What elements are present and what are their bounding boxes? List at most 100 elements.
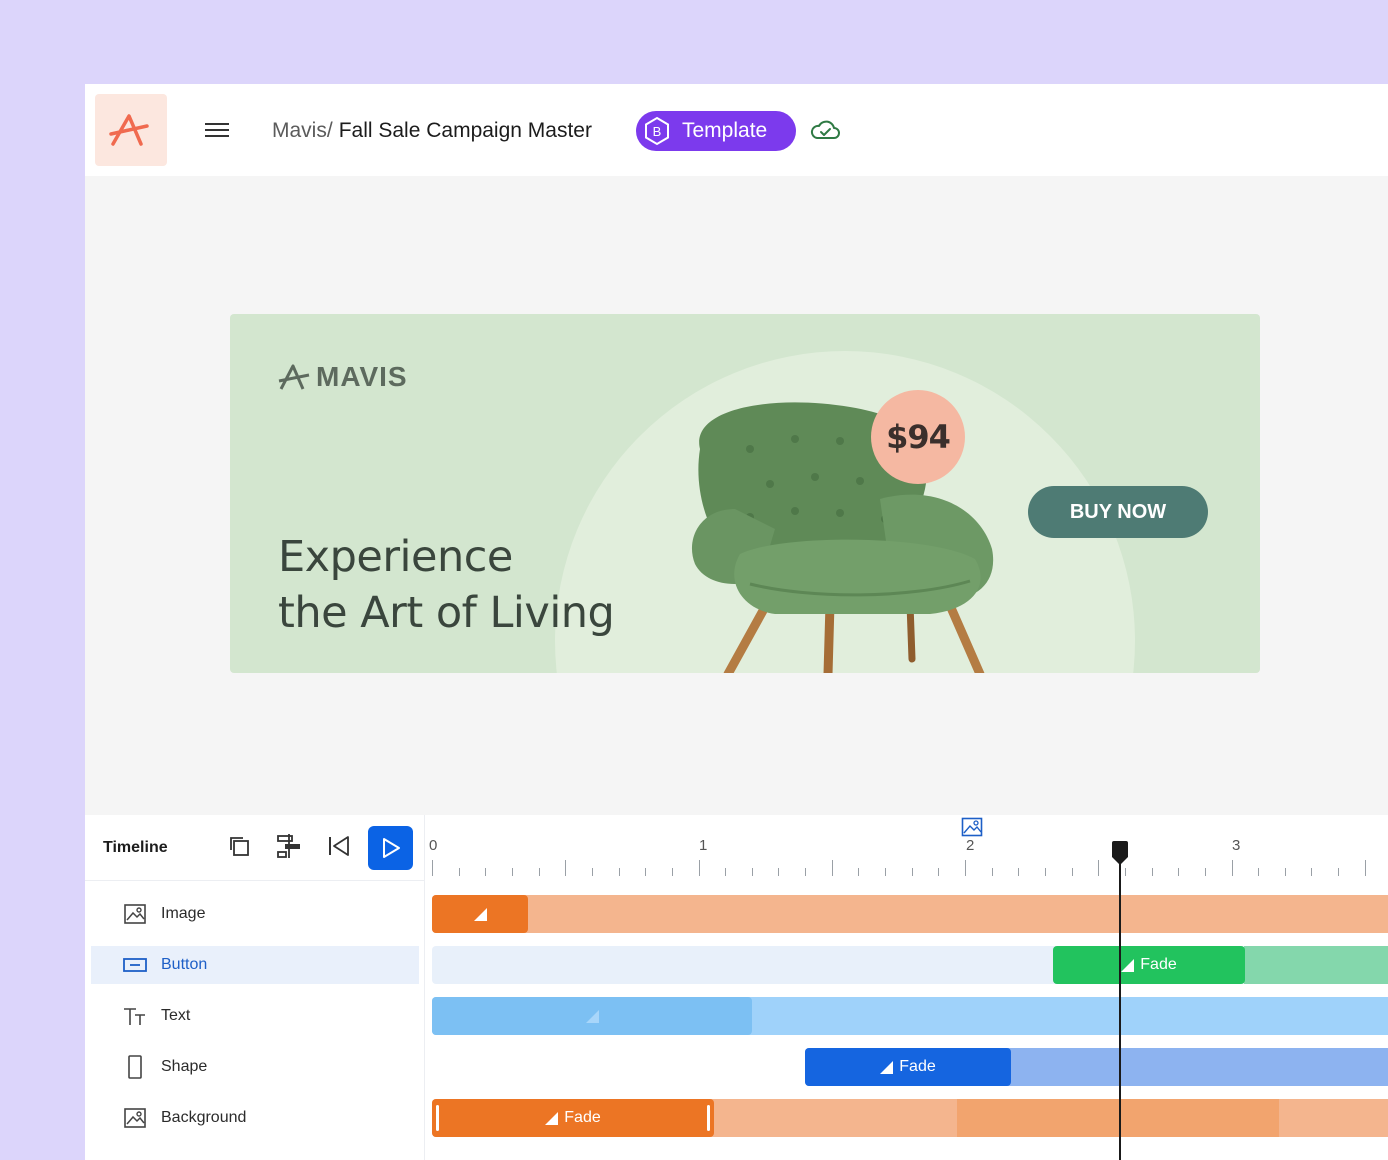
ruler-tick — [485, 868, 487, 876]
image-icon — [123, 1106, 147, 1130]
timeline-title: Timeline — [103, 839, 168, 856]
layer-background[interactable]: Background — [91, 1099, 419, 1137]
app-logo[interactable] — [95, 94, 167, 166]
image-clip-tail[interactable] — [432, 895, 1388, 933]
track-shape[interactable]: Fade — [432, 1048, 1388, 1086]
template-badge-label: Template — [682, 119, 768, 142]
hamburger-menu-button[interactable] — [203, 118, 231, 142]
ruler-tick — [1284, 868, 1286, 876]
playhead-handle[interactable] — [1111, 841, 1129, 865]
hamburger-icon — [205, 123, 229, 137]
track-background[interactable]: Fade — [432, 1099, 1388, 1137]
ruler-tick — [618, 868, 620, 876]
duplicate-button[interactable] — [225, 831, 253, 861]
background-clip-fade[interactable]: Fade — [432, 1099, 714, 1137]
time-ruler[interactable]: 0 1 2 3 — [426, 815, 1388, 881]
brand-logo[interactable]: MAVIS — [278, 361, 408, 392]
top-bar: Mavis/ Fall Sale Campaign Master B Templ… — [85, 84, 1388, 176]
clip-label: Fade — [564, 1109, 601, 1126]
layer-label: Shape — [161, 1058, 208, 1075]
duplicate-icon — [230, 837, 249, 856]
layer-label: Text — [161, 1007, 191, 1024]
ruler-tick — [1044, 868, 1046, 876]
headline-line-1: Experience — [278, 532, 513, 582]
clip-start-handle[interactable] — [436, 1105, 439, 1131]
track-text[interactable] — [432, 997, 1388, 1035]
clip-end-handle[interactable] — [707, 1105, 710, 1131]
ruler-tick — [938, 868, 940, 876]
ruler-tick — [1151, 868, 1153, 876]
align-button[interactable] — [275, 831, 303, 861]
document-title[interactable]: Fall Sale Campaign Master — [339, 119, 592, 143]
layers-panel: Timeline Image Button Text Shape Backgro… — [85, 815, 425, 1160]
play-button[interactable] — [368, 826, 413, 870]
ad-banner[interactable]: MAVIS Experience the Art of Living $94 B… — [230, 314, 1260, 673]
ruler-tick — [1018, 868, 1020, 876]
ruler-tick — [858, 868, 860, 876]
skip-to-start-button[interactable] — [325, 831, 353, 861]
app-window: Mavis/ Fall Sale Campaign Master B Templ… — [85, 84, 1388, 1160]
logo-icon — [109, 114, 149, 146]
breadcrumb: Mavis/ Fall Sale Campaign Master — [272, 117, 592, 145]
track-button[interactable]: Fade — [432, 946, 1388, 984]
ruler-tick — [965, 860, 966, 876]
fade-in-icon — [473, 907, 487, 921]
ruler-label-1: 1 — [699, 837, 708, 854]
button-clip-tail[interactable] — [1244, 946, 1388, 984]
ruler-label-3: 3 — [1232, 837, 1241, 854]
ruler-tick — [671, 868, 673, 876]
play-icon — [382, 838, 400, 858]
layer-label: Image — [161, 905, 206, 922]
ruler-tick — [1178, 868, 1180, 876]
ruler-tick — [591, 868, 593, 876]
ruler-tick — [751, 868, 753, 876]
shape-clip-fade[interactable]: Fade — [805, 1048, 1011, 1086]
image-clip-fade[interactable] — [432, 895, 528, 933]
headline-text[interactable]: Experience the Art of Living — [278, 529, 698, 641]
text-clip-fade[interactable] — [432, 997, 752, 1035]
ruler-tick — [1124, 868, 1126, 876]
timeline-panel: Timeline Image Button Text Shape Backgro… — [85, 815, 1388, 1160]
ruler-tick — [885, 868, 887, 876]
background-clip-hold[interactable] — [957, 1099, 1279, 1137]
timeline-tracks[interactable]: 0 1 2 3 Fade Fade Fade — [426, 815, 1388, 1160]
ruler-tick — [1098, 860, 1100, 876]
breadcrumb-root[interactable]: Mavis/ — [272, 119, 333, 143]
ruler-tick — [1204, 868, 1206, 876]
ruler-tick — [458, 868, 460, 876]
cloud-check-icon — [810, 120, 840, 139]
layer-image[interactable]: Image — [91, 895, 419, 933]
button-clip-fade[interactable]: Fade — [1053, 946, 1245, 984]
ruler-tick — [1311, 868, 1313, 876]
fade-in-icon — [585, 1009, 599, 1023]
ruler-tick — [432, 860, 433, 876]
layer-text[interactable]: Text — [91, 997, 419, 1035]
ruler-tick — [778, 868, 780, 876]
fade-in-icon — [545, 1111, 559, 1125]
shape-icon — [123, 1055, 147, 1079]
fade-in-icon — [880, 1060, 894, 1074]
ruler-tick — [725, 868, 727, 876]
ruler-tick — [645, 868, 647, 876]
template-badge[interactable]: B Template — [636, 111, 796, 151]
layer-shape[interactable]: Shape — [91, 1048, 419, 1086]
ruler-tick — [1071, 868, 1073, 876]
price-tag[interactable]: $94 — [871, 390, 965, 484]
layer-label: Background — [161, 1109, 247, 1126]
playhead-line[interactable] — [1119, 855, 1121, 1160]
svg-text:B: B — [653, 124, 662, 139]
ruler-tick — [1338, 868, 1340, 876]
brand-mark-icon — [278, 364, 310, 390]
skip-to-start-icon — [329, 836, 349, 856]
track-image[interactable] — [432, 895, 1388, 933]
ruler-tick — [511, 868, 513, 876]
ruler-tick — [805, 868, 807, 876]
image-marker-icon[interactable] — [961, 817, 983, 837]
ruler-label-0: 0 — [429, 837, 438, 854]
ruler-tick — [565, 860, 567, 876]
ruler-tick — [538, 868, 540, 876]
layer-button[interactable]: Button — [91, 946, 419, 984]
buy-now-button[interactable]: BUY NOW — [1028, 486, 1208, 538]
clip-label: Fade — [1140, 956, 1177, 973]
ruler-tick — [1364, 860, 1366, 876]
